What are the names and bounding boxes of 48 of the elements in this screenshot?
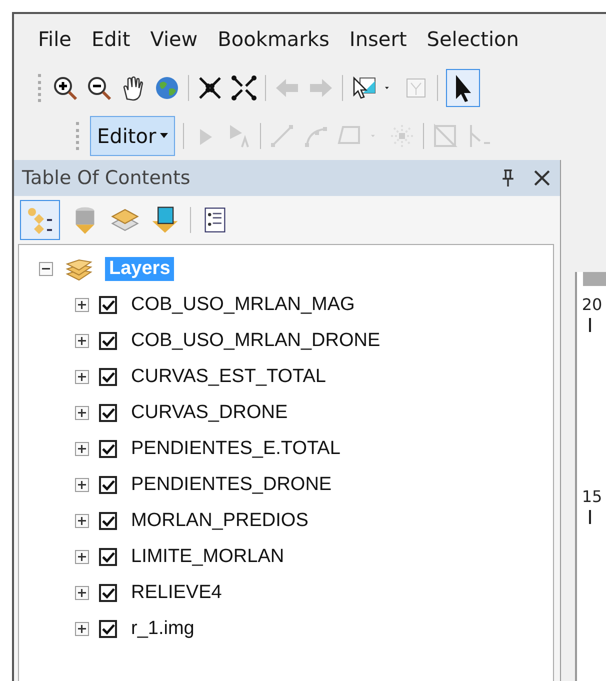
layer-checkbox[interactable] [99, 620, 117, 638]
layer-name[interactable]: MORLAN_PREDIOS [127, 509, 312, 533]
list-by-drawing-order-icon[interactable] [20, 200, 60, 240]
expand-toggle[interactable] [75, 370, 89, 384]
globe-icon[interactable] [154, 75, 180, 101]
expand-toggle[interactable] [75, 622, 89, 636]
collapse-toggle[interactable] [39, 262, 53, 276]
menu-item[interactable]: View [140, 27, 208, 51]
layer-checkbox[interactable] [99, 476, 117, 494]
layer-checkbox[interactable] [99, 512, 117, 530]
expand-toggle[interactable] [75, 586, 89, 600]
layer-name[interactable]: COB_USO_MRLAN_MAG [127, 293, 359, 317]
layer-name[interactable]: PENDIENTES_DRONE [127, 473, 336, 497]
menu-item[interactable]: File [28, 27, 82, 51]
close-icon[interactable] [532, 168, 552, 188]
layer-checkbox[interactable] [99, 404, 117, 422]
select-features-icon[interactable] [351, 75, 377, 101]
layer-name[interactable]: CURVAS_EST_TOTAL [127, 365, 330, 389]
layer-name[interactable]: RELIEVE4 [127, 581, 226, 605]
layer-checkbox[interactable] [99, 584, 117, 602]
layer-checkbox[interactable] [99, 296, 117, 314]
select-elements-icon[interactable] [446, 69, 480, 107]
layer-checkbox[interactable] [99, 548, 117, 566]
layer-checkbox[interactable] [99, 332, 117, 350]
layer-name[interactable]: PENDIENTES_E.TOTAL [127, 437, 344, 461]
menu-item[interactable]: Edit [81, 27, 140, 51]
panel-title: Table Of Contents [22, 167, 190, 189]
expand-toggle[interactable] [75, 406, 89, 420]
caret-icon [160, 133, 168, 139]
editor-menu-button[interactable]: Editor [90, 116, 176, 156]
expand-toggle[interactable] [75, 334, 89, 348]
expand-toggle[interactable] [75, 550, 89, 564]
expand-toggle[interactable] [75, 478, 89, 492]
ruler-label: 15 [583, 486, 601, 508]
horizontal-ruler [583, 272, 606, 286]
layer-checkbox[interactable] [99, 368, 117, 386]
menu-item[interactable]: Bookmarks [208, 27, 340, 51]
menu-item[interactable]: Selection [416, 27, 529, 51]
expand-toggle[interactable] [75, 298, 89, 312]
layer-name[interactable]: COB_USO_MRLAN_DRONE [127, 329, 384, 353]
menu-item[interactable]: Insert [339, 27, 417, 51]
expand-toggle[interactable] [75, 514, 89, 528]
layer-name[interactable]: r_1.img [127, 617, 198, 641]
layer-checkbox[interactable] [99, 440, 117, 458]
layer-name[interactable]: LIMITE_MORLAN [127, 545, 288, 569]
expand-toggle[interactable] [75, 442, 89, 456]
ruler-label: 20 [583, 294, 601, 316]
layer-name[interactable]: CURVAS_DRONE [127, 401, 292, 425]
